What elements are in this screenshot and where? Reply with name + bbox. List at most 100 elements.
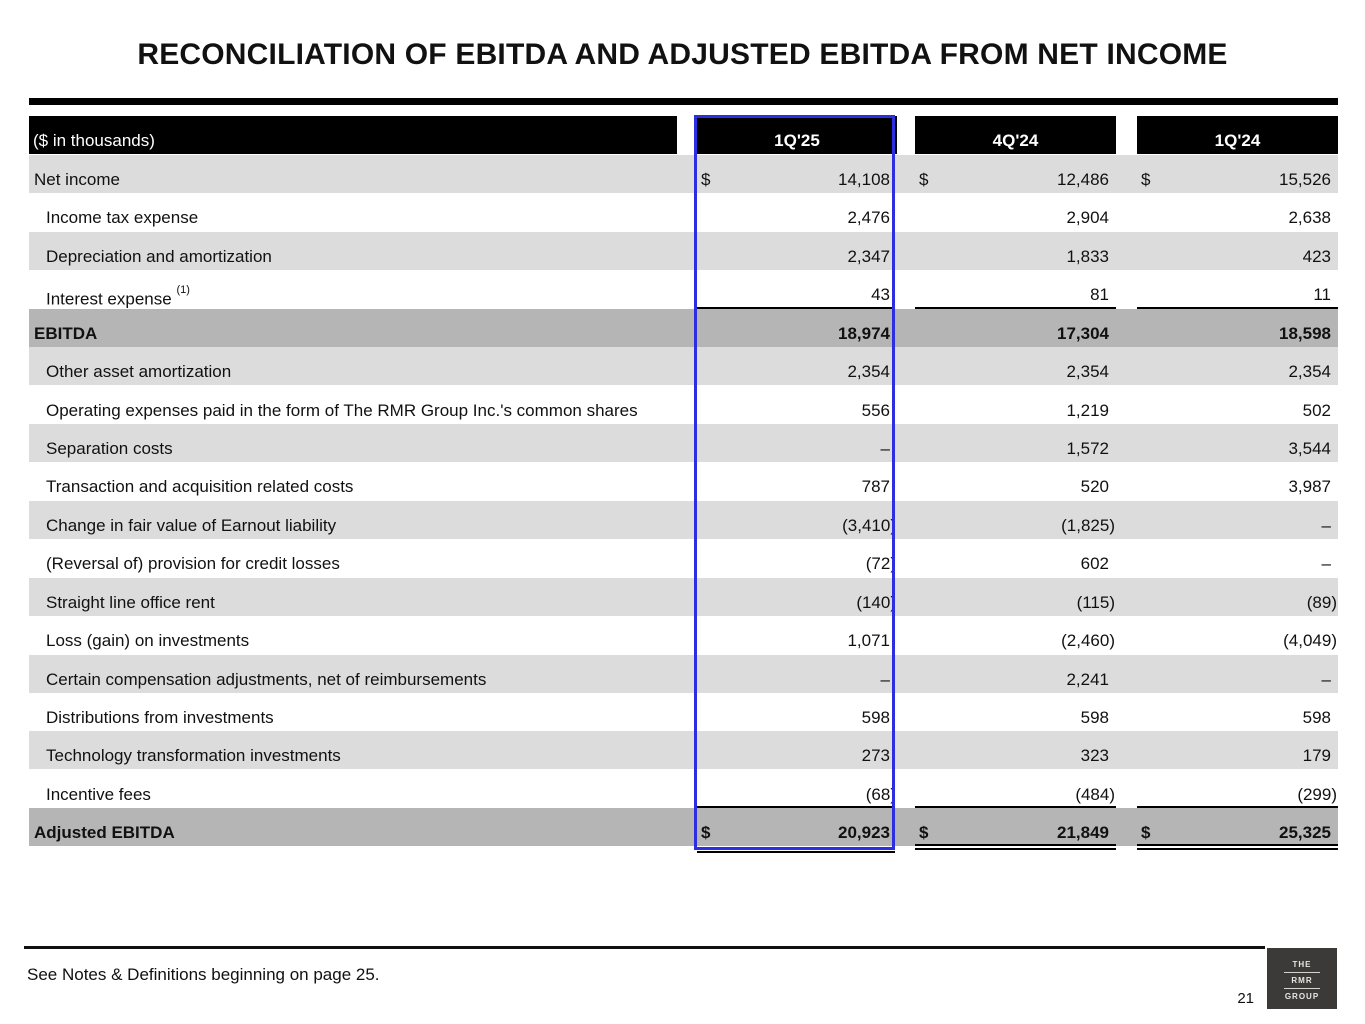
table-row-distributions: Distributions from investments 598 598 5… — [29, 693, 1338, 731]
footer-note: See Notes & Definitions beginning on pag… — [27, 965, 380, 984]
table-row-depreciation: Depreciation and amortization 2,347 1,83… — [29, 232, 1338, 270]
row-label: Income tax expense — [46, 208, 199, 227]
value-1q25: 556 — [861, 401, 890, 420]
value-1q25: 273 — [861, 746, 890, 765]
row-label: Loss (gain) on investments — [46, 631, 250, 650]
value-4q24: (2,460) — [1061, 631, 1115, 650]
row-label: Adjusted EBITDA — [34, 823, 175, 842]
row-label: Incentive fees — [46, 785, 151, 804]
row-label: Net income — [34, 170, 120, 189]
row-label: Transaction and acquisition related cost… — [46, 477, 354, 496]
row-label: (Reversal of) provision for credit losse… — [46, 554, 340, 573]
value-4q24: 17,304 — [1057, 324, 1109, 343]
value-1q25: – — [880, 670, 890, 689]
value-1q24: 25,325 — [1279, 823, 1331, 842]
value-1q24: – — [1321, 554, 1331, 573]
value-1q24: 11 — [1313, 285, 1331, 304]
value-1q25: 2,347 — [847, 247, 890, 266]
page-number: 21 — [1237, 990, 1254, 1007]
row-label: Other asset amortization — [46, 362, 232, 381]
footnote-marker: (1) — [176, 284, 190, 296]
value-4q24: 323 — [1080, 746, 1109, 765]
value-4q24: 2,904 — [1066, 208, 1109, 227]
table-row-earnout-liability: Change in fair value of Earnout liabilit… — [29, 501, 1338, 539]
value-1q25: (3,410) — [842, 516, 896, 535]
value-1q24: 2,638 — [1288, 208, 1331, 227]
table-row-opex-common-shares: Operating expenses paid in the form of T… — [29, 386, 1338, 424]
unit-label: ($ in thousands) — [33, 131, 155, 150]
rmr-group-logo: THE RMR GROUP — [1267, 948, 1337, 1009]
table-row-income-tax: Income tax expense 2,476 2,904 2,638 — [29, 193, 1338, 231]
value-1q24: 3,987 — [1288, 477, 1331, 496]
value-1q24: 598 — [1302, 708, 1331, 727]
double-underline — [915, 844, 1116, 846]
column-header-1q24: 1Q'24 — [1214, 131, 1261, 150]
row-label: Technology transformation investments — [46, 746, 341, 765]
table-row-straight-line-rent: Straight line office rent (140) (115) (8… — [29, 578, 1338, 616]
page-title: RECONCILIATION OF EBITDA AND ADJUSTED EB… — [137, 38, 1228, 71]
value-1q25: 14,108 — [838, 170, 890, 189]
table-row-interest-expense: Interest expense (1) 43 81 11 — [29, 270, 1338, 309]
value-1q24: 3,544 — [1288, 439, 1331, 458]
column-header-4q24: 4Q'24 — [992, 131, 1039, 150]
title-rule — [29, 98, 1338, 105]
table-row-technology-investments: Technology transformation investments 27… — [29, 731, 1338, 769]
row-label: Operating expenses paid in the form of T… — [46, 401, 638, 420]
table-row-ebitda: EBITDA 18,974 17,304 18,598 — [29, 309, 1338, 347]
table-row-net-income: Net income $ 14,108 $ 12,486 $ 15,526 — [29, 155, 1338, 193]
value-4q24: 1,572 — [1066, 439, 1109, 458]
value-1q24: 179 — [1302, 746, 1331, 765]
double-underline — [915, 848, 1116, 850]
value-4q24: 2,241 — [1066, 670, 1109, 689]
value-4q24: 520 — [1080, 477, 1109, 496]
value-4q24: 602 — [1080, 554, 1109, 573]
value-1q24: 15,526 — [1279, 170, 1331, 189]
double-underline — [697, 847, 895, 849]
row-label: Straight line office rent — [46, 593, 215, 612]
value-1q25: (140) — [856, 593, 896, 612]
value-1q24: 502 — [1302, 401, 1331, 420]
value-4q24: 2,354 — [1066, 362, 1109, 381]
footer-rule — [24, 946, 1265, 949]
value-1q24: (4,049) — [1283, 631, 1337, 650]
value-4q24: 21,849 — [1057, 823, 1109, 842]
value-1q24: – — [1321, 516, 1331, 535]
row-label: Change in fair value of Earnout liabilit… — [46, 516, 337, 535]
column-header-1q25: 1Q'25 — [774, 131, 820, 150]
value-4q24: (1,825) — [1061, 516, 1115, 535]
value-1q24: (89) — [1306, 593, 1337, 612]
row-label: Distributions from investments — [46, 708, 274, 727]
value-1q24: – — [1321, 670, 1331, 689]
logo-divider — [1284, 972, 1320, 973]
value-1q25: 1,071 — [847, 631, 890, 650]
logo-line-group: GROUP — [1284, 992, 1320, 1001]
logo-line-rmr: RMR — [1291, 976, 1313, 985]
value-4q24: (115) — [1076, 593, 1115, 612]
double-underline — [1137, 848, 1338, 850]
row-label: Certain compensation adjustments, net of… — [46, 670, 487, 689]
value-1q25: 2,476 — [847, 208, 890, 227]
value-4q24: 12,486 — [1057, 170, 1109, 189]
value-4q24: 1,219 — [1066, 401, 1109, 420]
value-4q24: 81 — [1090, 285, 1109, 304]
value-1q24: 423 — [1302, 247, 1331, 266]
value-1q24: 18,598 — [1279, 324, 1331, 343]
value-1q24: (299) — [1297, 785, 1337, 804]
table-row-adjusted-ebitda: Adjusted EBITDA $ 20,923 $ 21,849 $ 25,3… — [29, 808, 1338, 846]
row-label: EBITDA — [34, 324, 98, 343]
double-underline — [1137, 844, 1338, 846]
value-1q24: 2,354 — [1288, 362, 1331, 381]
value-1q25: 2,354 — [847, 362, 890, 381]
table-row-other-asset-amortization: Other asset amortization 2,354 2,354 2,3… — [29, 347, 1338, 385]
value-1q25: 18,974 — [838, 324, 890, 343]
value-1q25: 43 — [871, 285, 890, 304]
row-label: Interest expense (1) — [46, 270, 190, 309]
row-label: Depreciation and amortization — [46, 247, 272, 266]
table-row-incentive-fees: Incentive fees (68) (484) (299) — [29, 770, 1338, 808]
value-1q25: 20,923 — [838, 823, 890, 842]
logo-line-the: THE — [1292, 960, 1312, 969]
row-label: Separation costs — [46, 439, 173, 458]
table-row-transaction-costs: Transaction and acquisition related cost… — [29, 462, 1338, 500]
value-4q24: (484) — [1075, 785, 1115, 804]
value-4q24: 598 — [1080, 708, 1109, 727]
